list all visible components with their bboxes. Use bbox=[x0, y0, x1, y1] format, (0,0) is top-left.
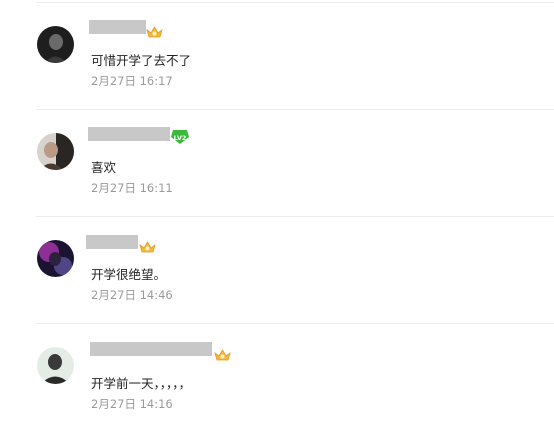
crown-badge-icon bbox=[139, 241, 156, 253]
divider bbox=[36, 109, 554, 110]
username-redacted[interactable] bbox=[89, 20, 146, 34]
username-redacted[interactable] bbox=[86, 235, 138, 249]
avatar[interactable] bbox=[37, 347, 74, 384]
avatar[interactable] bbox=[37, 133, 74, 170]
level-badge-icon: LV2 bbox=[171, 130, 189, 144]
avatar[interactable] bbox=[37, 240, 74, 277]
comment-time: 2月27日 14:46 bbox=[91, 288, 173, 302]
svg-text:LV2: LV2 bbox=[174, 134, 187, 142]
comment-text: 开学前一天，，，，， bbox=[91, 376, 192, 391]
divider bbox=[36, 323, 554, 324]
username-redacted[interactable] bbox=[88, 127, 170, 141]
comment-text: 喜欢 bbox=[91, 160, 117, 175]
divider bbox=[36, 216, 554, 217]
comment-time: 2月27日 14:16 bbox=[91, 397, 173, 411]
comment-time: 2月27日 16:17 bbox=[91, 74, 173, 88]
crown-badge-icon bbox=[214, 349, 231, 361]
comment-text: 开学很绝望。 bbox=[91, 267, 167, 282]
avatar[interactable] bbox=[37, 26, 74, 63]
comment-text: 可惜开学了去不了 bbox=[91, 53, 192, 68]
divider bbox=[36, 2, 554, 3]
username-redacted[interactable] bbox=[90, 342, 212, 356]
comment-time: 2月27日 16:11 bbox=[91, 181, 173, 195]
crown-badge-icon bbox=[146, 26, 163, 38]
